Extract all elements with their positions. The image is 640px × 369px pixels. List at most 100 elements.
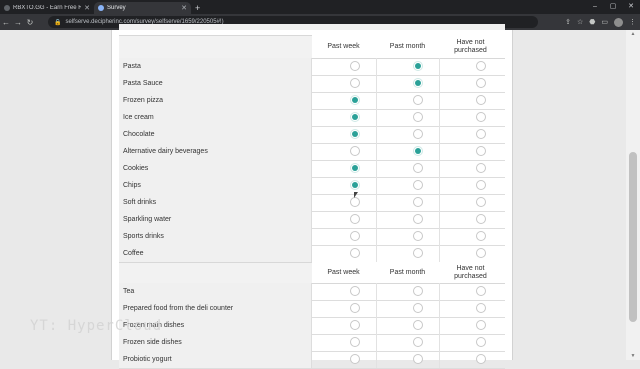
radio-past-week[interactable] (350, 163, 360, 173)
radio-not-purchased[interactable] (476, 354, 486, 364)
radio-past-week[interactable] (350, 112, 360, 122)
radio-past-month[interactable] (413, 320, 423, 330)
extensions-icon[interactable]: ⬣ (589, 18, 595, 26)
close-tab-icon[interactable]: ✕ (84, 4, 90, 12)
column-divider (376, 92, 377, 109)
radio-past-week[interactable] (350, 180, 360, 190)
radio-not-purchased[interactable] (476, 231, 486, 241)
radio-past-month[interactable] (413, 248, 423, 258)
column-divider (376, 109, 377, 126)
column-divider (376, 228, 377, 245)
radio-past-week[interactable] (350, 354, 360, 364)
radio-past-month[interactable] (413, 112, 423, 122)
scroll-down-arrow-icon[interactable]: ▼ (626, 353, 640, 359)
radio-past-week[interactable] (350, 231, 360, 241)
column-divider (439, 126, 440, 143)
row-label: Chips (119, 177, 312, 194)
bookmark-star-icon[interactable]: ☆ (577, 18, 583, 26)
column-divider (439, 160, 440, 177)
header-blank-cell (119, 262, 312, 283)
radio-past-month[interactable] (413, 95, 423, 105)
radio-past-week[interactable] (350, 303, 360, 313)
radio-not-purchased[interactable] (476, 112, 486, 122)
table-row: Pasta Sauce (119, 75, 505, 93)
radio-past-week[interactable] (350, 146, 360, 156)
table-row: Pasta (119, 58, 505, 76)
radio-not-purchased[interactable] (476, 78, 486, 88)
new-tab-button[interactable]: + (191, 2, 204, 14)
radio-past-week[interactable] (350, 214, 360, 224)
table-row: Frozen main dishes (119, 317, 505, 335)
radio-past-week[interactable] (350, 129, 360, 139)
page-scrollbar[interactable]: ▲ ▼ (626, 30, 640, 360)
column-divider (439, 228, 440, 245)
maximize-button[interactable]: ▢ (604, 0, 622, 14)
close-window-button[interactable]: ✕ (622, 0, 640, 14)
menu-icon[interactable]: ⋮ (629, 18, 636, 26)
column-divider (376, 143, 377, 160)
back-button[interactable]: ← (0, 18, 12, 27)
tab-rbxto[interactable]: RBXTO.GG - Earn Free Robux R$ ✕ (0, 2, 94, 14)
share-icon[interactable]: ⇪ (565, 18, 571, 26)
radio-past-month[interactable] (413, 337, 423, 347)
scrollbar-thumb[interactable] (629, 152, 637, 322)
close-tab-icon[interactable]: ✕ (181, 4, 187, 12)
table-row: Tea (119, 283, 505, 301)
sidebar-icon[interactable]: ▭ (601, 18, 608, 26)
radio-not-purchased[interactable] (476, 286, 486, 296)
forward-button[interactable]: → (12, 18, 24, 27)
row-label: Frozen side dishes (119, 334, 312, 351)
partial-row (119, 24, 505, 30)
radio-past-month[interactable] (413, 146, 423, 156)
table-row: Soft drinks (119, 194, 505, 212)
radio-past-week[interactable] (350, 197, 360, 207)
radio-not-purchased[interactable] (476, 129, 486, 139)
radio-not-purchased[interactable] (476, 248, 486, 258)
table-row: Frozen pizza (119, 92, 505, 110)
radio-not-purchased[interactable] (476, 61, 486, 71)
radio-past-week[interactable] (350, 78, 360, 88)
radio-not-purchased[interactable] (476, 146, 486, 156)
table-row: Prepared food from the deli counter (119, 300, 505, 318)
radio-past-month[interactable] (413, 78, 423, 88)
column-header-0: Past week (327, 42, 360, 50)
radio-past-week[interactable] (350, 248, 360, 258)
radio-not-purchased[interactable] (476, 95, 486, 105)
minimize-button[interactable]: – (586, 0, 604, 14)
radio-past-month[interactable] (413, 129, 423, 139)
radio-past-week[interactable] (350, 95, 360, 105)
column-divider (439, 283, 440, 300)
radio-past-week[interactable] (350, 61, 360, 71)
radio-not-purchased[interactable] (476, 163, 486, 173)
radio-past-week[interactable] (350, 320, 360, 330)
table-row: Alternative dairy beverages (119, 143, 505, 161)
radio-past-month[interactable] (413, 214, 423, 224)
profile-avatar-icon[interactable] (614, 17, 623, 27)
radio-past-week[interactable] (350, 337, 360, 347)
radio-past-month[interactable] (413, 354, 423, 364)
radio-past-month[interactable] (413, 61, 423, 71)
scroll-up-arrow-icon[interactable]: ▲ (626, 31, 640, 37)
radio-not-purchased[interactable] (476, 197, 486, 207)
row-label: Tea (119, 283, 312, 300)
radio-not-purchased[interactable] (476, 214, 486, 224)
radio-not-purchased[interactable] (476, 180, 486, 190)
radio-past-month[interactable] (413, 231, 423, 241)
tab-survey[interactable]: Survey ✕ (94, 2, 191, 14)
column-divider (376, 126, 377, 143)
radio-past-month[interactable] (413, 180, 423, 190)
row-label: Coffee (119, 245, 312, 262)
radio-past-month[interactable] (413, 303, 423, 313)
radio-past-month[interactable] (413, 197, 423, 207)
toolbar-icons: ⇪ ☆ ⬣ ▭ ⋮ (565, 16, 636, 28)
radio-not-purchased[interactable] (476, 320, 486, 330)
reload-button[interactable]: ↻ (24, 18, 36, 27)
radio-past-week[interactable] (350, 286, 360, 296)
radio-not-purchased[interactable] (476, 337, 486, 347)
column-divider (376, 245, 377, 262)
column-divider (376, 160, 377, 177)
column-divider (376, 58, 377, 75)
radio-past-month[interactable] (413, 286, 423, 296)
radio-past-month[interactable] (413, 163, 423, 173)
radio-not-purchased[interactable] (476, 303, 486, 313)
